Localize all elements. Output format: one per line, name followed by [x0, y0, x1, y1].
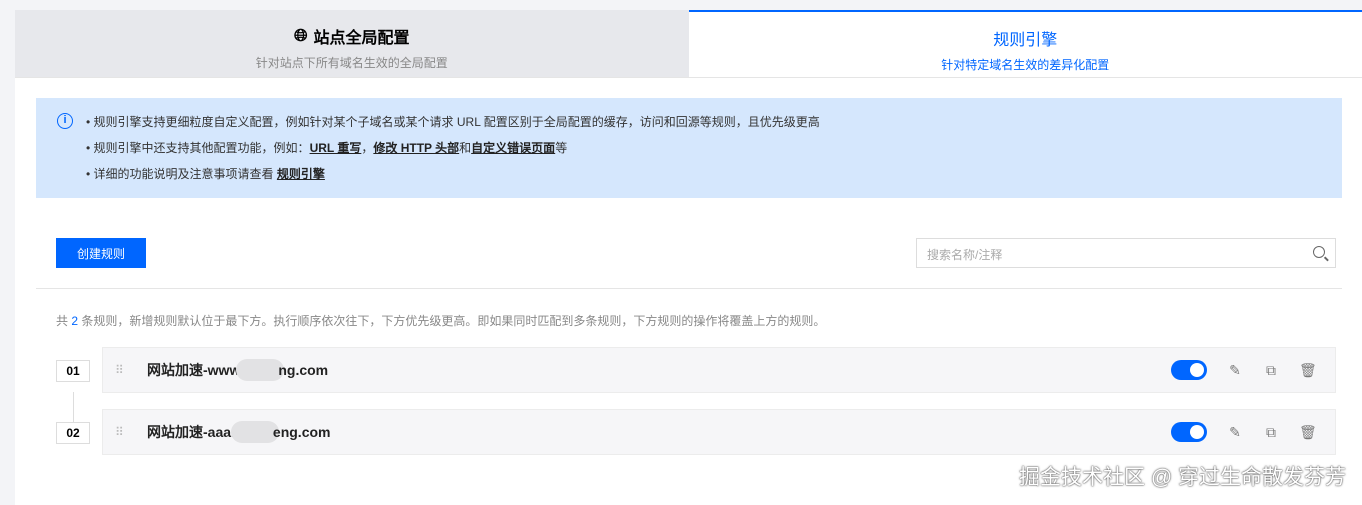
- redacted-blur: [236, 359, 285, 381]
- text: 等: [555, 141, 568, 155]
- info-icon: i: [57, 113, 73, 129]
- rule-name: 网站加速-www ng.com: [147, 359, 328, 381]
- text: 网站加速-aaa.: [147, 424, 235, 440]
- tab-bar: 🌐︎ 站点全局配置 针对站点下所有域名生效的全局配置 规则引擎 针对特定域名生效的…: [15, 10, 1362, 78]
- watermark: 掘金技术社区 @ 穿过生命散发芬芳: [1019, 466, 1346, 489]
- text: eng.com: [272, 424, 331, 440]
- rule-name: 网站加速-aaa. eng.com: [147, 421, 331, 443]
- info-line: 规则引擎中还支持其他配置功能，例如：URL 重写，修改 HTTP 头部和自定义错…: [86, 138, 1342, 164]
- rule-engine-panel: 🌐︎ 站点全局配置 针对站点下所有域名生效的全局配置 规则引擎 针对特定域名生效的…: [15, 10, 1362, 505]
- rule-index: 01: [56, 360, 90, 382]
- info-line: 详细的功能说明及注意事项请查看 规则引擎: [86, 164, 1342, 190]
- enable-toggle[interactable]: [1171, 360, 1207, 380]
- search-placeholder: 搜索名称/注释: [927, 248, 1003, 262]
- copy-icon[interactable]: ⧉: [1263, 424, 1279, 441]
- text: 和: [459, 141, 472, 155]
- globe-icon: 🌐︎: [293, 26, 308, 45]
- text: ng.com: [278, 362, 329, 378]
- text: 规则引擎中还支持其他配置功能，例如：: [93, 141, 310, 155]
- rule-row[interactable]: ⠿ 网站加速-aaa. eng.com ✎ ⧉ 🗑︎: [102, 409, 1336, 455]
- info-banner: i 规则引擎支持更细粒度自定义配置，例如针对某个子域名或某个请求 URL 配置区…: [36, 98, 1342, 198]
- text: 详细的功能说明及注意事项请查看: [93, 167, 277, 181]
- text: 共: [56, 314, 72, 328]
- divider: [36, 288, 1342, 289]
- url-rewrite-link[interactable]: URL 重写: [310, 141, 362, 155]
- info-line: 规则引擎支持更细粒度自定义配置，例如针对某个子域名或某个请求 URL 配置区别于…: [86, 112, 1342, 138]
- rule-row[interactable]: ⠿ 网站加速-www ng.com ✎ ⧉ 🗑︎: [102, 347, 1336, 393]
- search-input[interactable]: 搜索名称/注释: [916, 238, 1336, 268]
- tab-subtitle: 针对特定域名生效的差异化配置: [941, 58, 1110, 72]
- rule-summary: 共 2 条规则，新增规则默认位于最下方。执行顺序依次往下，下方优先级更高。即如果…: [56, 312, 825, 329]
- copy-icon[interactable]: ⧉: [1263, 362, 1279, 379]
- enable-toggle[interactable]: [1171, 422, 1207, 442]
- text: 网站加速-www: [147, 362, 241, 378]
- search-icon[interactable]: [1313, 246, 1325, 258]
- tab-global-config[interactable]: 🌐︎ 站点全局配置 针对站点下所有域名生效的全局配置: [15, 10, 689, 77]
- http-header-link[interactable]: 修改 HTTP 头部: [373, 141, 459, 155]
- tab-title: 站点全局配置: [313, 30, 410, 47]
- tab-rule-engine[interactable]: 规则引擎 针对特定域名生效的差异化配置: [688, 10, 1362, 77]
- delete-icon[interactable]: 🗑︎: [1299, 362, 1317, 379]
- text: 条规则，新增规则默认位于最下方。执行顺序依次往下，下方优先级更高。即如果同时匹配…: [78, 314, 826, 328]
- edit-icon[interactable]: ✎: [1227, 424, 1243, 441]
- delete-icon[interactable]: 🗑︎: [1299, 424, 1317, 441]
- edit-icon[interactable]: ✎: [1227, 362, 1243, 379]
- error-page-link[interactable]: 自定义错误页面: [471, 141, 555, 155]
- text: ，: [361, 141, 374, 155]
- tab-title: 规则引擎: [993, 32, 1058, 49]
- drag-handle-icon[interactable]: ⠿: [115, 363, 135, 377]
- rule-index: 02: [56, 422, 90, 444]
- redacted-blur: [230, 421, 279, 443]
- rule-engine-doc-link[interactable]: 规则引擎: [277, 167, 325, 181]
- drag-handle-icon[interactable]: ⠿: [115, 425, 135, 439]
- tab-subtitle: 针对站点下所有域名生效的全局配置: [255, 56, 448, 70]
- create-rule-button[interactable]: 创建规则: [56, 238, 146, 268]
